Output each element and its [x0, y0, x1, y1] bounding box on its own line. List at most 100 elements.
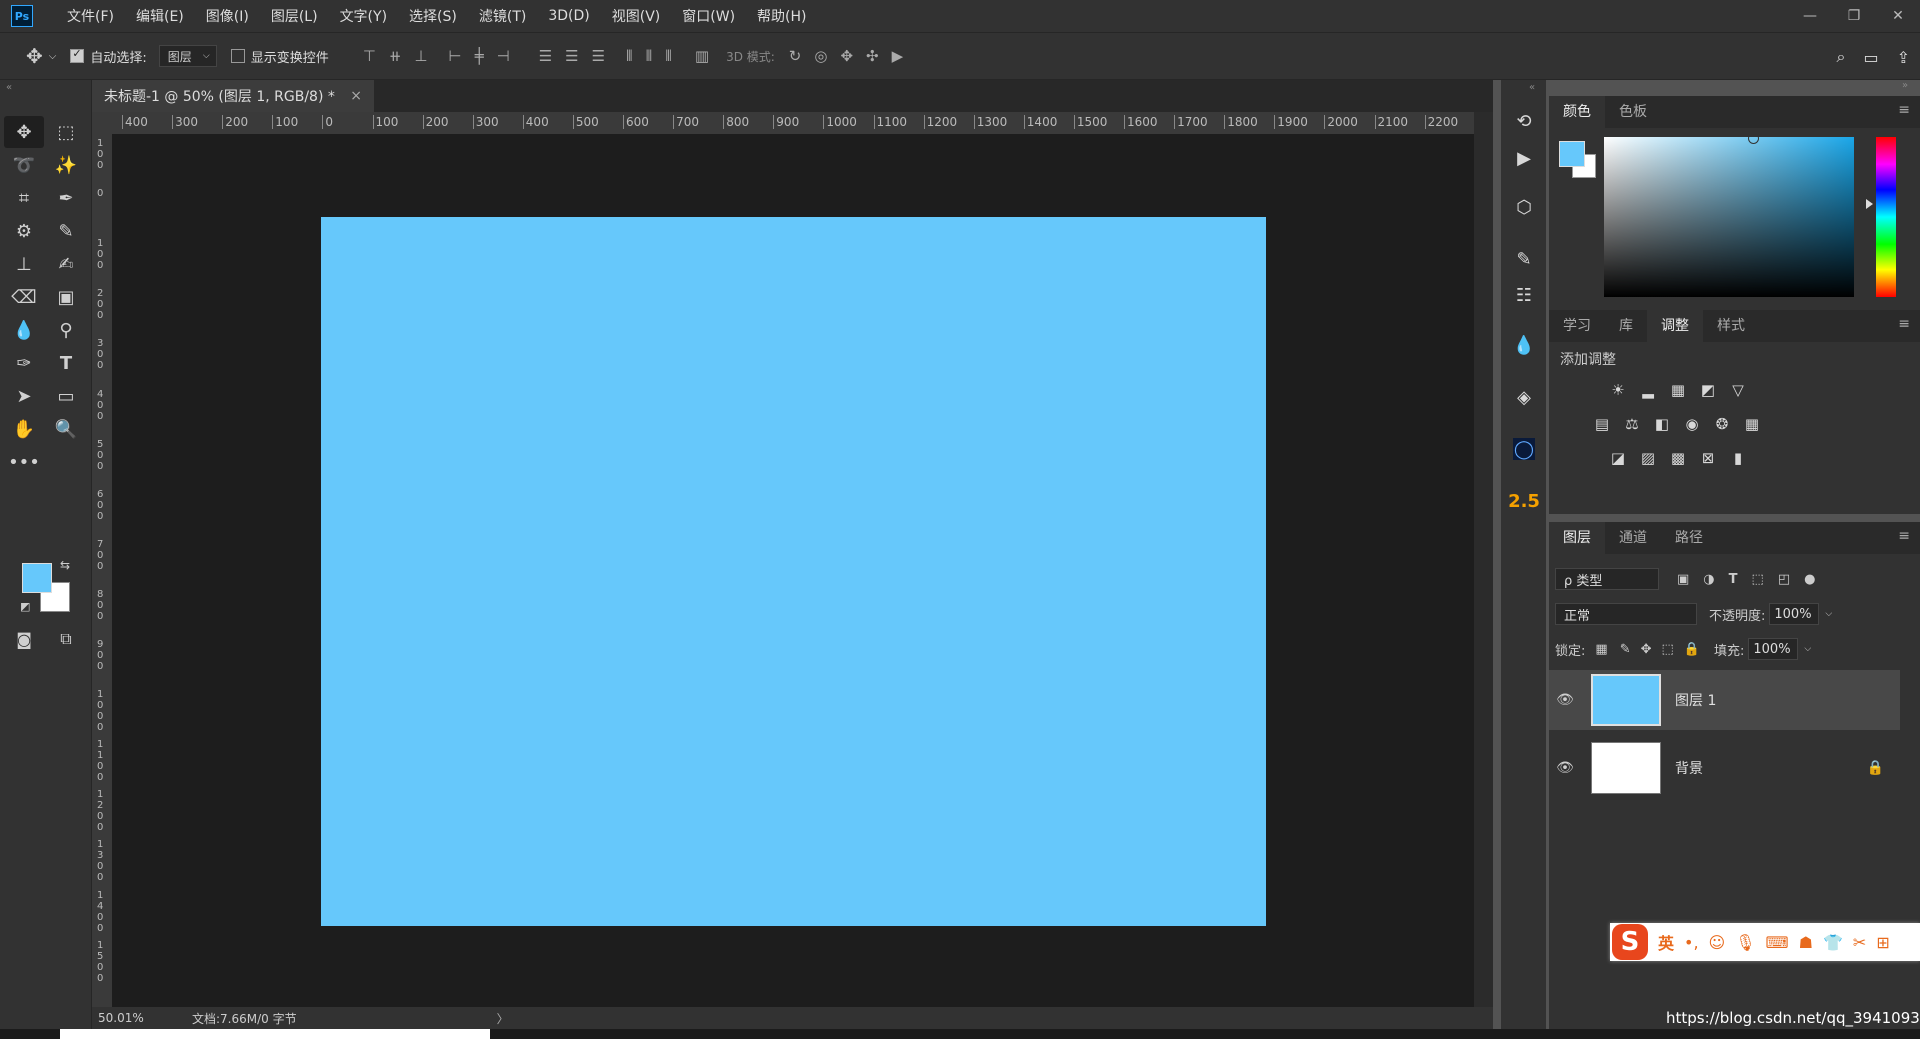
- auto-select-dropdown[interactable]: 图层 ⌵: [158, 45, 217, 67]
- channel-mixer-icon[interactable]: ❂: [1712, 414, 1732, 434]
- menu-window[interactable]: 窗口(W): [682, 6, 735, 26]
- chevron-down-icon[interactable]: ⌵: [49, 51, 57, 62]
- panel-menu-icon[interactable]: ≡: [1898, 528, 1910, 544]
- zoom-readout[interactable]: 50.01%: [98, 1011, 178, 1025]
- eye-icon[interactable]: 👁: [1551, 692, 1579, 708]
- move-tool-icon[interactable]: ✥: [26, 44, 43, 68]
- panel-menu-icon[interactable]: ≡: [1898, 316, 1910, 332]
- align-right-icon[interactable]: ⊣: [497, 47, 510, 65]
- properties-icon[interactable]: ☷: [1513, 284, 1535, 306]
- menu-edit[interactable]: 编辑(E): [136, 6, 184, 26]
- blur-tool-icon[interactable]: 💧: [4, 314, 44, 346]
- align-left-icon[interactable]: ⊢: [449, 47, 462, 65]
- hand-tool-icon[interactable]: ✋: [4, 413, 44, 445]
- document-canvas[interactable]: [321, 217, 1266, 926]
- layer-name[interactable]: 图层 1: [1675, 690, 1716, 710]
- exposure-icon[interactable]: ◩: [1698, 380, 1718, 400]
- color-field-marker[interactable]: [1748, 133, 1759, 144]
- photo-filter-icon[interactable]: ◉: [1682, 414, 1702, 434]
- healing-brush-icon[interactable]: ⚙: [4, 215, 44, 247]
- fill-input[interactable]: 100%: [1748, 638, 1799, 660]
- align-bottom-icon[interactable]: ⊥: [414, 47, 427, 65]
- threshold-icon[interactable]: ▩: [1668, 448, 1688, 468]
- lock-image-icon[interactable]: ✎: [1620, 642, 1631, 657]
- minimize-button[interactable]: —: [1788, 8, 1832, 24]
- hue-marker[interactable]: [1866, 199, 1873, 209]
- gradient-map-icon[interactable]: ▮: [1728, 448, 1748, 468]
- lasso-tool-icon[interactable]: ➰: [4, 149, 44, 181]
- ime-language-toggle[interactable]: 英: [1658, 930, 1674, 954]
- status-menu-arrow-icon[interactable]: 〉: [497, 1010, 509, 1027]
- filter-type-icon[interactable]: T: [1729, 572, 1738, 587]
- tab-adjustments[interactable]: 调整: [1647, 310, 1703, 342]
- layer-filter-dropdown[interactable]: ρ 类型: [1555, 568, 1659, 590]
- blend-mode-dropdown[interactable]: 正常: [1555, 603, 1697, 625]
- vibrance-icon[interactable]: ▽: [1728, 380, 1748, 400]
- more-tools-icon[interactable]: •••: [4, 446, 44, 478]
- lock-transparent-icon[interactable]: ▦: [1595, 642, 1607, 657]
- default-colors-icon[interactable]: ◩: [20, 600, 30, 613]
- menu-3d[interactable]: 3D(D): [548, 8, 589, 24]
- levels-icon[interactable]: ▂: [1638, 380, 1658, 400]
- ime-punctuation-toggle[interactable]: •,: [1684, 933, 1699, 952]
- lock-position-icon[interactable]: ✥: [1641, 642, 1652, 657]
- distribute-hcenter-icon[interactable]: ⦀: [646, 47, 653, 65]
- tab-swatches[interactable]: 色板: [1605, 96, 1661, 128]
- swap-colors-icon[interactable]: ⇆: [60, 558, 70, 572]
- history-brush-icon[interactable]: ✍: [46, 248, 86, 280]
- menu-file[interactable]: 文件(F): [67, 6, 114, 26]
- keyboard-icon[interactable]: ⌨: [1766, 933, 1789, 952]
- tab-styles[interactable]: 样式: [1703, 310, 1759, 342]
- eraser-tool-icon[interactable]: ⌫: [4, 281, 44, 313]
- tab-libraries[interactable]: 库: [1605, 310, 1647, 342]
- color-lookup-icon[interactable]: ▦: [1742, 414, 1762, 434]
- show-transform-checkbox[interactable]: [230, 49, 245, 63]
- eyedropper-icon[interactable]: ✒: [46, 182, 86, 214]
- foreground-color-swatch[interactable]: [22, 563, 52, 593]
- stamp-tool-icon[interactable]: ⊥: [4, 248, 44, 280]
- emoji-icon[interactable]: ☺: [1709, 933, 1726, 952]
- align-vcenter-icon[interactable]: ⧺: [389, 47, 402, 65]
- document-tab[interactable]: 未标题-1 @ 50% (图层 1, RGB/8) * ×: [92, 80, 374, 112]
- brightness-icon[interactable]: ☀: [1608, 380, 1628, 400]
- ime-logo[interactable]: S: [1612, 924, 1648, 960]
- plugin-circle-icon[interactable]: ◯: [1513, 438, 1535, 460]
- microphone-icon[interactable]: 🎙: [1735, 933, 1755, 952]
- close-icon[interactable]: ×: [350, 88, 362, 104]
- filter-shape-icon[interactable]: ⬚: [1752, 572, 1764, 587]
- path-select-icon[interactable]: ➤: [4, 380, 44, 412]
- taskbar-item[interactable]: [60, 1029, 490, 1039]
- scissors-icon[interactable]: ✂: [1853, 933, 1866, 952]
- distribute-left-icon[interactable]: ⦀: [626, 47, 633, 65]
- 3d-camera-icon[interactable]: ▶: [892, 47, 904, 65]
- menu-type[interactable]: 文字(Y): [340, 6, 387, 26]
- lock-artboard-icon[interactable]: ⬚: [1662, 642, 1674, 657]
- layer-row-layer1[interactable]: 👁 图层 1: [1549, 670, 1900, 730]
- filter-adjustment-icon[interactable]: ◑: [1703, 572, 1714, 587]
- shirt-icon[interactable]: 👕: [1823, 933, 1843, 952]
- black-white-icon[interactable]: ◧: [1652, 414, 1672, 434]
- hue-slider[interactable]: [1876, 137, 1896, 297]
- menu-view[interactable]: 视图(V): [612, 6, 661, 26]
- share-icon[interactable]: ⇪: [1897, 48, 1910, 67]
- dodge-tool-icon[interactable]: ⚲: [46, 314, 86, 346]
- grid-icon[interactable]: ⊞: [1876, 933, 1889, 952]
- expand-panels-icon[interactable]: »: [1902, 80, 1908, 91]
- opacity-input[interactable]: 100%: [1769, 603, 1820, 625]
- brush-tool-icon[interactable]: ✎: [46, 215, 86, 247]
- type-tool-icon[interactable]: T: [46, 347, 86, 379]
- align-hcenter-icon[interactable]: ╪: [475, 47, 484, 65]
- tab-channels[interactable]: 通道: [1605, 522, 1661, 554]
- collapse-left-icon[interactable]: «: [6, 82, 12, 93]
- layers-stack-icon[interactable]: ◈: [1513, 386, 1535, 408]
- filter-smart-object-icon[interactable]: ◰: [1778, 572, 1790, 587]
- chevron-down-icon[interactable]: ⌵: [1804, 644, 1811, 654]
- brush-settings-icon[interactable]: ✎: [1513, 248, 1535, 270]
- collapse-panels-icon[interactable]: «: [1529, 82, 1535, 93]
- pen-tool-icon[interactable]: ✑: [4, 347, 44, 379]
- curves-icon[interactable]: ▦: [1668, 380, 1688, 400]
- invert-icon[interactable]: ◪: [1608, 448, 1628, 468]
- gradient-tool-icon[interactable]: ▣: [46, 281, 86, 313]
- lock-all-icon[interactable]: 🔒: [1684, 642, 1700, 657]
- filter-image-icon[interactable]: ▣: [1677, 572, 1689, 587]
